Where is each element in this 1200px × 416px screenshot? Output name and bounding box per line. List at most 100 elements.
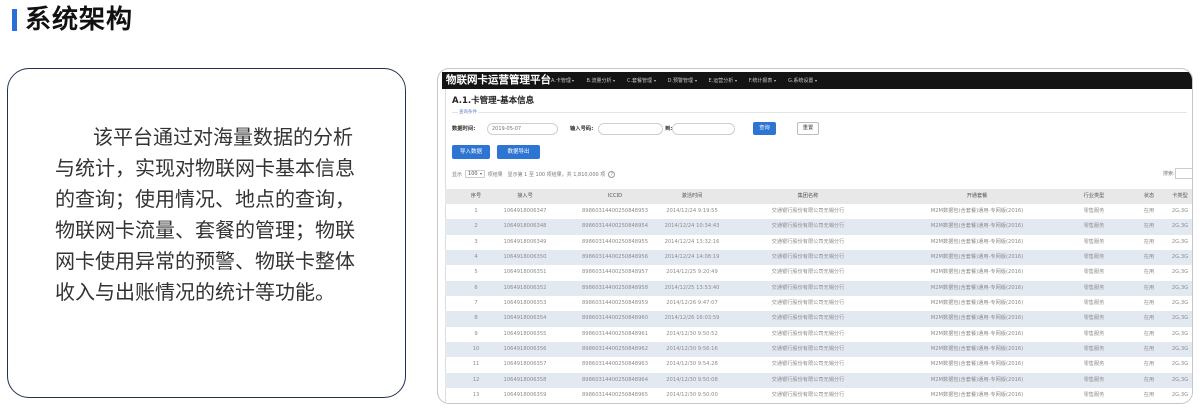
export-data-button[interactable]: 数据导出 (497, 145, 540, 159)
table-cell-index: 10 (472, 345, 480, 352)
table-cell-card-type: 2G,3G (1171, 361, 1189, 368)
table-cell-index: 13 (472, 391, 480, 398)
table-row: 4 1064918006350 89860314400250848956 2014/1… (445, 249, 1192, 266)
table-row: 3 1064918006349 89860314400250848955 2014/1… (445, 235, 1192, 250)
reset-button[interactable]: 重置 (797, 122, 819, 135)
table-cell-index: 11 (472, 361, 480, 368)
table-cell-group-name: 交通银行股份有限公司无锡分行 (771, 208, 845, 214)
page-size-value: 100 (468, 171, 478, 177)
table-cell-access-number: 1064918006347 (503, 208, 547, 214)
menu-item[interactable]: A.卡管理 (551, 77, 575, 84)
menu-item[interactable]: F.统计报表 (749, 77, 776, 84)
table-cell-activation-time: 2014/12/24 14:08:19 (664, 253, 720, 260)
table-cell-package: M2M数据包(含套餐)通用-专网版(2016) (930, 253, 1024, 260)
table-cell-industry: 零售服务 (1083, 253, 1105, 260)
table-cell-industry: 零售服务 (1083, 330, 1105, 337)
chevron-down-icon (572, 79, 575, 82)
table-cell-group-name: 交通银行股份有限公司无锡分行 (771, 223, 845, 230)
table-cell-status: 在用 (1143, 208, 1155, 214)
table-header-status: 状态 (1143, 193, 1155, 199)
table-row: 11 1064918006357 89860314400250848963 2014/… (445, 357, 1192, 372)
table-cell-group-name: 交通银行股份有限公司无锡分行 (771, 315, 845, 322)
chevron-down-icon (814, 79, 817, 82)
menu-item[interactable]: B.流量分析 (586, 77, 615, 84)
table-cell-status: 在用 (1143, 391, 1155, 398)
table-cell-access-number: 1064918006349 (503, 238, 547, 245)
table-cell-index: 7 (474, 299, 478, 306)
table-cell-iccid: 89860314400250848959 (581, 299, 649, 306)
table-cell-package: M2M数据包(含套餐)通用-专网版(2016) (930, 376, 1024, 383)
table-row: 5 1064918006351 89860314400250848957 2014/1… (445, 265, 1192, 280)
table-cell-status: 在用 (1143, 253, 1155, 260)
table-cell-activation-time: 2014/12/30 9:50:08 (666, 376, 718, 383)
search-button[interactable]: 查询 (753, 122, 776, 135)
table-cell-group-name: 交通银行股份有限公司无锡分行 (771, 269, 845, 276)
number-from-input[interactable] (598, 123, 663, 135)
table-cell-group-name: 交通银行股份有限公司无锡分行 (771, 376, 845, 383)
table-cell-activation-time: 2014/12/24 9:19:55 (666, 208, 718, 214)
table-cell-card-type: 2G,3G (1171, 330, 1189, 337)
table-cell-iccid: 89860314400250848963 (581, 361, 649, 368)
table-cell-iccid: 89860314400250848954 (581, 223, 649, 230)
menu-item[interactable]: E.运营分析 (709, 77, 737, 84)
table-cell-activation-time: 2014/12/24 13:32:16 (664, 238, 720, 245)
table-cell-group-name: 交通银行股份有限公司无锡分行 (771, 238, 845, 245)
search-input[interactable] (1175, 168, 1192, 179)
intro-line: 网卡使用异常的预警、物联卡整体 (55, 249, 355, 273)
table-cell-index: 3 (474, 238, 478, 245)
menu-item[interactable]: D.预警管理 (668, 77, 697, 84)
paging-summary: 显示第 1 至 100 项结果，共 1,810,000 项 (507, 171, 606, 178)
table-cell-group-name: 交通银行股份有限公司无锡分行 (771, 299, 845, 306)
table-cell-status: 在用 (1143, 238, 1155, 245)
menu-item-label: B.流量分析 (586, 78, 612, 84)
show-label: 显示 (452, 171, 463, 178)
table-row: 6 1064918006352 89860314400250848958 2014/1… (445, 280, 1192, 296)
table-cell-card-type: 2G,3G (1171, 345, 1189, 352)
menu-item-label: C.套餐管理 (626, 78, 653, 84)
table-cell-card-type: 2G,3G (1171, 253, 1189, 260)
table-cell-activation-time: 2014/12/30 9:50:52 (666, 330, 718, 337)
table-cell-status: 在用 (1143, 223, 1155, 230)
import-data-button[interactable]: 导入数据 (452, 145, 490, 159)
table-cell-status: 在用 (1143, 269, 1155, 276)
help-icon[interactable] (608, 170, 616, 178)
number-to-input[interactable] (672, 123, 735, 135)
table-cell-industry: 零售服务 (1083, 223, 1105, 230)
table-cell-card-type: 2G,3G (1171, 299, 1189, 306)
table-cell-card-type: 2G,3G (1171, 315, 1189, 322)
table-cell-card-type: 2G,3G (1171, 391, 1189, 398)
menu-item[interactable]: C.套餐管理 (627, 77, 656, 84)
intro-line: 与统计，实现对物联网卡基本信息 (55, 156, 355, 180)
table-header-index: 序号 (470, 193, 482, 199)
page-size-select[interactable]: 100 (465, 170, 485, 178)
table-cell-card-type: 2G,3G (1171, 238, 1189, 245)
table-cell-status: 在用 (1143, 330, 1155, 337)
table-cell-group-name: 交通银行股份有限公司无锡分行 (771, 345, 845, 352)
table-cell-index: 4 (474, 253, 478, 260)
table-cell-group-name: 交通银行股份有限公司无锡分行 (771, 284, 845, 291)
date-input[interactable] (487, 123, 558, 135)
app-screenshot-frame: 物联网卡运营管理平台 A.卡管理 B.流量分析 C.套餐管理 D.预警管理 E.运营分析… (437, 68, 1193, 404)
table-cell-group-name: 交通银行股份有限公司无锡分行 (771, 330, 845, 337)
table-cell-group-name: 交通银行股份有限公司无锡分行 (771, 253, 845, 260)
table-cell-iccid: 89860314400250848957 (581, 269, 649, 276)
table-cell-industry: 零售服务 (1083, 284, 1105, 291)
table-cell-group-name: 交通银行股份有限公司无锡分行 (771, 391, 845, 398)
table-row: 2 1064918006348 89860314400250848954 2014/1… (445, 219, 1192, 235)
menu-item-label: E.运营分析 (708, 78, 734, 84)
table-cell-activation-time: 2014/12/30 9:50:00 (666, 391, 718, 398)
table-cell-card-type: 2G,3G (1171, 208, 1189, 214)
table-row: 1 1064918006347 89860314400250848953 2014/1… (445, 204, 1192, 219)
number-label: 输入号码: (570, 126, 594, 132)
menu-item-label: G.系统设置 (787, 78, 814, 84)
table-cell-activation-time: 2014/12/25 13:53:40 (664, 284, 720, 291)
table-cell-status: 在用 (1143, 361, 1155, 368)
menu-item[interactable]: G.系统设置 (788, 77, 817, 84)
table-cell-access-number: 1064918006355 (503, 330, 547, 337)
table-row: 13 1064918006359 89860314400250848965 2014/… (445, 388, 1192, 403)
table-cell-access-number: 1064918006350 (503, 253, 547, 260)
table-cell-industry: 零售服务 (1083, 361, 1105, 368)
table-cell-status: 在用 (1143, 315, 1155, 322)
table-cell-access-number: 1064918006354 (503, 315, 547, 322)
table-cell-package: M2M数据包(含套餐)通用-专网版(2016) (930, 238, 1024, 245)
